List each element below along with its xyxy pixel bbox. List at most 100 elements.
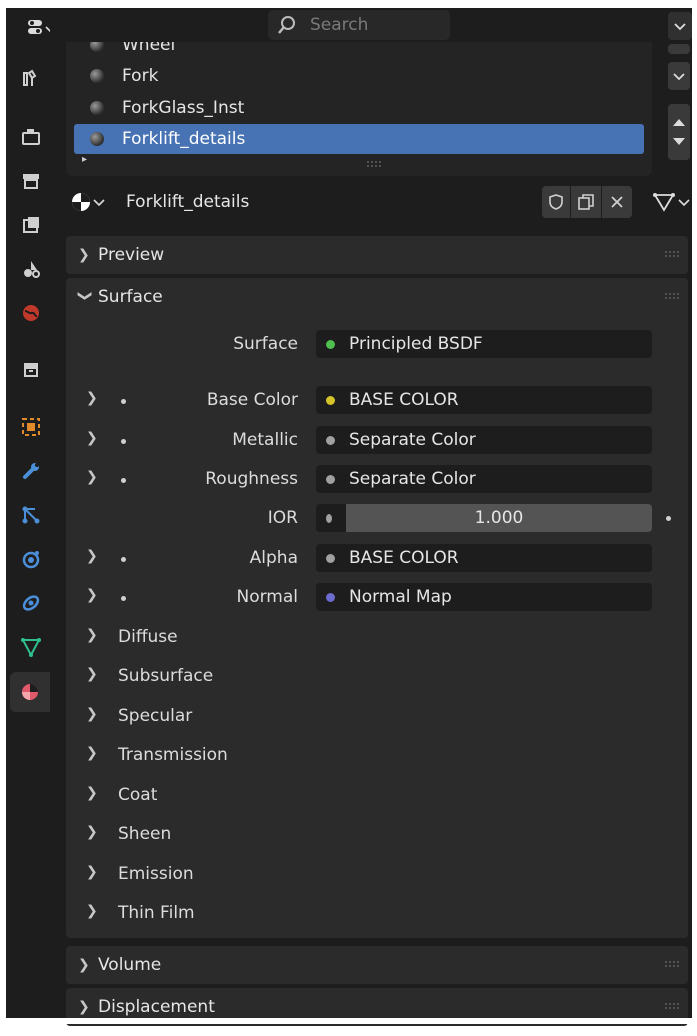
- list-resize-grip[interactable]: [366, 160, 382, 168]
- ior-value-slider[interactable]: 1.000: [346, 504, 652, 532]
- chevron-right-icon: ❯: [78, 247, 90, 263]
- world-icon: [23, 305, 39, 321]
- volume-panel-header[interactable]: ❯ Volume: [66, 946, 688, 984]
- subpanel-diffuse[interactable]: ❯ Diffuse: [66, 623, 688, 653]
- list-item-label: Forklift_details: [122, 129, 246, 149]
- list-item[interactable]: ForkGlass_Inst: [74, 93, 644, 123]
- list-item-label: Wheel: [122, 42, 176, 55]
- displacement-panel-title: Displacement: [98, 997, 215, 1017]
- subpanel-specular[interactable]: ❯ Specular: [66, 702, 688, 732]
- preview-panel-title: Preview: [98, 245, 165, 265]
- mesh-link-icon: [653, 193, 675, 212]
- tab-data[interactable]: [16, 632, 46, 662]
- panel-drag-grip[interactable]: [664, 960, 680, 968]
- chevron-right-icon[interactable]: ❯: [86, 469, 98, 485]
- tab-object[interactable]: [16, 412, 46, 442]
- socket-dot-icon: [121, 439, 126, 444]
- move-up-icon[interactable]: [672, 117, 686, 127]
- tab-world[interactable]: [16, 298, 46, 328]
- chevron-right-icon: ❯: [86, 745, 98, 761]
- socket-dot-icon: [121, 399, 126, 404]
- chevron-right-icon: ❯: [86, 903, 98, 919]
- subpanel-subsurface[interactable]: ❯ Subsurface: [66, 662, 688, 692]
- chevron-right-icon[interactable]: ❯: [86, 430, 98, 446]
- input-value: BASE COLOR: [349, 548, 459, 568]
- input-label: Alpha: [249, 548, 298, 568]
- list-item-label: Fork: [122, 66, 159, 86]
- subpanel-emission[interactable]: ❯ Emission: [66, 860, 688, 890]
- tab-tool[interactable]: [16, 64, 46, 94]
- fake-user-button[interactable]: [542, 186, 570, 218]
- subpanel-label: Emission: [118, 864, 194, 884]
- tab-scene[interactable]: [16, 254, 46, 284]
- preview-panel-header[interactable]: ❯ Preview: [66, 236, 688, 274]
- input-link-field[interactable]: Separate Color: [316, 465, 652, 493]
- input-row-roughness: ❯ Roughness Separate Color: [66, 465, 688, 495]
- input-link-field[interactable]: Normal Map: [316, 583, 652, 611]
- tab-render[interactable]: [16, 122, 46, 152]
- keyframe-dot-icon[interactable]: [666, 516, 671, 521]
- list-item[interactable]: Wheel: [74, 42, 644, 60]
- subpanel-thin-film[interactable]: ❯ Thin Film: [66, 899, 688, 929]
- list-add-button[interactable]: [668, 44, 690, 54]
- ior-socket-button[interactable]: [316, 504, 346, 532]
- chevron-down-icon: [678, 199, 690, 207]
- chevron-down-icon: [674, 23, 686, 31]
- move-down-icon[interactable]: [672, 137, 686, 147]
- tab-output[interactable]: [16, 166, 46, 196]
- input-link-field[interactable]: BASE COLOR: [316, 386, 652, 414]
- material-properties: ❯ Preview ❯ Surface Surface Principled B…: [66, 236, 688, 1036]
- socket-dot-icon: [121, 478, 126, 483]
- surface-panel-title: Surface: [98, 287, 163, 307]
- tab-physics[interactable]: [16, 544, 46, 574]
- subpanel-sheen[interactable]: ❯ Sheen: [66, 820, 688, 850]
- tab-particles[interactable]: [16, 500, 46, 530]
- list-item-label: ForkGlass_Inst: [122, 98, 245, 118]
- input-link-field[interactable]: BASE COLOR: [316, 544, 652, 572]
- chevron-down-icon: [93, 199, 105, 207]
- search-icon: [278, 16, 295, 34]
- tab-modifiers[interactable]: [16, 456, 46, 486]
- panel-drag-grip[interactable]: [664, 292, 680, 300]
- browse-material-button[interactable]: [66, 186, 112, 218]
- input-row-alpha: ❯ Alpha BASE COLOR: [66, 544, 688, 574]
- collection-icon: [24, 363, 38, 377]
- chevron-right-icon[interactable]: ❯: [86, 548, 98, 564]
- list-specials-button[interactable]: [668, 62, 690, 90]
- list-item[interactable]: Fork: [74, 61, 644, 91]
- subpanel-coat[interactable]: ❯ Coat: [66, 781, 688, 811]
- chevron-right-icon[interactable]: ❯: [86, 390, 98, 406]
- surface-shader-value: Principled BSDF: [349, 334, 483, 354]
- float-socket-icon: [326, 474, 335, 484]
- unlink-material-button[interactable]: [602, 186, 632, 218]
- list-move-buttons[interactable]: [668, 104, 690, 160]
- list-expand-toggle[interactable]: ▸: [82, 154, 87, 165]
- mesh-data-icon: [21, 638, 41, 658]
- tab-material[interactable]: [10, 672, 50, 712]
- surface-shader-field[interactable]: Principled BSDF: [316, 330, 652, 358]
- subpanel-transmission[interactable]: ❯ Transmission: [66, 741, 688, 771]
- tab-constraints[interactable]: [16, 588, 46, 618]
- input-link-field[interactable]: Separate Color: [316, 426, 652, 454]
- subpanel-label: Diffuse: [118, 627, 178, 647]
- chevron-down-icon: ❯: [77, 290, 93, 302]
- slot-link-button[interactable]: [652, 186, 692, 218]
- material-id-row: Forklift_details: [66, 186, 692, 220]
- float-socket-icon: [326, 513, 332, 523]
- duplicate-material-button[interactable]: [571, 186, 601, 218]
- panel-drag-grip[interactable]: [664, 1002, 680, 1010]
- float-socket-icon: [326, 553, 335, 563]
- input-row-base-color: ❯ Base Color BASE COLOR: [66, 386, 688, 416]
- input-value: Separate Color: [349, 469, 476, 489]
- search-input[interactable]: Search: [268, 10, 450, 40]
- list-item-selected[interactable]: Forklift_details: [74, 124, 644, 154]
- panel-drag-grip[interactable]: [664, 250, 680, 258]
- socket-dot-icon: [121, 557, 126, 562]
- material-name-field[interactable]: Forklift_details: [116, 186, 534, 218]
- shield-icon: [549, 194, 563, 210]
- chevron-right-icon[interactable]: ❯: [86, 587, 98, 603]
- tab-collection[interactable]: [16, 354, 46, 384]
- surface-panel-header[interactable]: ❯ Surface: [66, 278, 688, 316]
- tab-view-layer[interactable]: [16, 210, 46, 240]
- header-options-button[interactable]: [668, 12, 692, 40]
